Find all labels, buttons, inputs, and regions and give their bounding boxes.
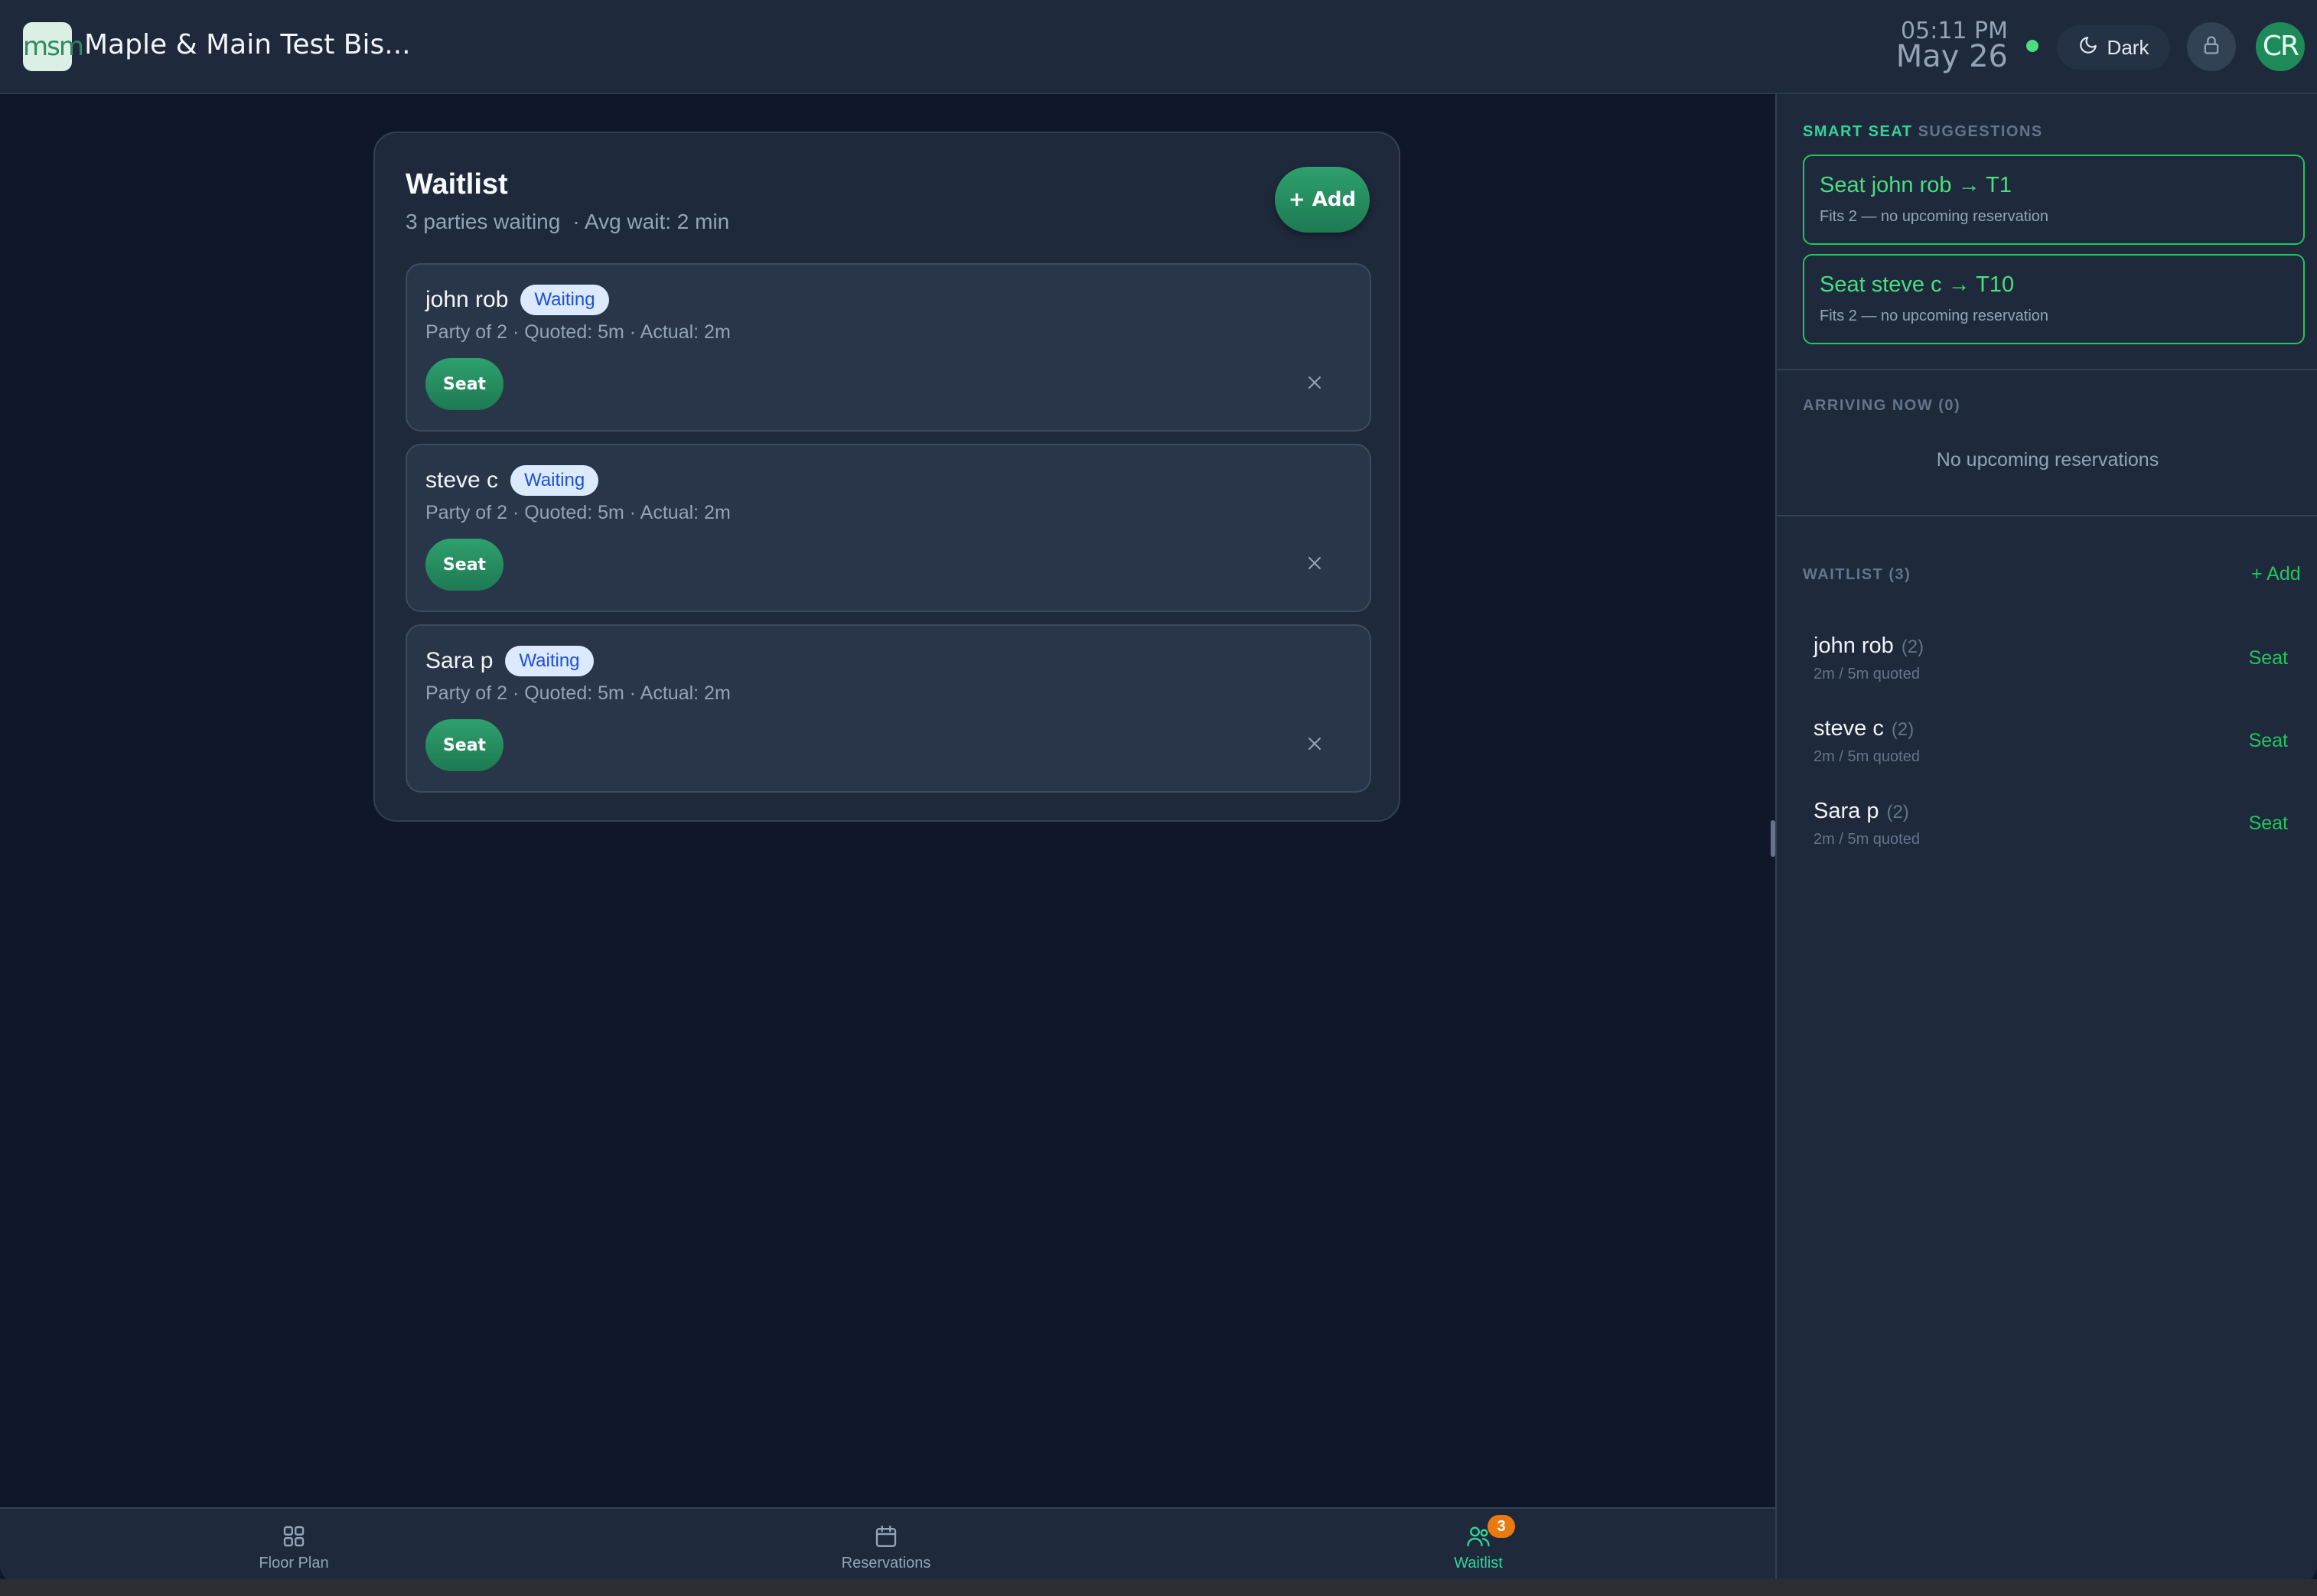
parties-waiting: 3 parties waiting — [406, 210, 561, 233]
status-badge: Waiting — [520, 285, 609, 315]
clock-date: May 26 — [1895, 39, 2008, 74]
clock: 05:11 PM May 26 — [1884, 20, 2008, 74]
waitlist-summary: 3 parties waiting · Avg wait: 2 min — [406, 210, 729, 234]
remove-entry-button[interactable] — [1298, 728, 1331, 762]
row-party-size: (2) — [1891, 719, 1915, 740]
entry-meta: Party of 2 · Quoted: 5m · Actual: 2m — [425, 682, 731, 704]
entry-header: john rob Waiting — [425, 285, 609, 315]
row-party-size: (2) — [1901, 637, 1924, 657]
business-logo[interactable]: msm — [23, 22, 84, 71]
guest-name: steve c — [425, 467, 499, 493]
guest-name: john rob — [425, 287, 509, 312]
theme-label: Dark — [2107, 35, 2149, 59]
app-window: msm Maple & Main Test Bis... 05:11 PM Ma… — [0, 0, 2317, 1584]
entry-header: Sara p Waiting — [425, 646, 594, 676]
suggestion-title: Seat steve c → T10 — [1820, 272, 2015, 297]
suggestions-heading-accent: SMART SEAT — [1803, 123, 1913, 140]
nav-reservations[interactable]: Reservations — [802, 1509, 970, 1584]
waitlist-entry: john rob Waiting Party of 2 · Quoted: 5m… — [406, 263, 1371, 432]
sidebar-waitlist-row: Sara p (2) 2m / 5m quoted Seat — [1814, 790, 2303, 866]
waitlist-count-badge: 3 — [1488, 1515, 1515, 1538]
close-icon — [1305, 554, 1324, 576]
waitlist-entry: steve c Waiting Party of 2 · Quoted: 5m … — [406, 444, 1371, 612]
row-wait-time: 2m / 5m quoted — [1814, 748, 1920, 765]
calendar-icon — [872, 1523, 900, 1550]
sidebar-waitlist-heading: WAITLIST (3) — [1803, 566, 1911, 583]
theme-toggle-button[interactable]: Dark — [2057, 25, 2170, 70]
suggestions-heading-rest: SUGGESTIONS — [1912, 123, 2043, 140]
row-guest-name: john rob — [1814, 634, 1894, 658]
top-header: msm Maple & Main Test Bis... 05:11 PM Ma… — [0, 0, 2317, 94]
row-wait-time: 2m / 5m quoted — [1814, 666, 1920, 682]
row-seat-button[interactable]: Seat — [2249, 813, 2288, 835]
guest-name: Sara p — [425, 648, 494, 673]
user-avatar[interactable]: CR — [2256, 22, 2305, 71]
entry-meta: Party of 2 · Quoted: 5m · Actual: 2m — [425, 502, 731, 523]
add-party-button[interactable]: + Add — [1275, 167, 1370, 233]
arriving-empty-text: No upcoming reservations — [1936, 449, 2159, 471]
nav-label: Waitlist — [1454, 1555, 1503, 1572]
online-status-dot — [2026, 40, 2038, 52]
suggestions-heading: SMART SEAT SUGGESTIONS — [1803, 123, 2043, 141]
entry-meta: Party of 2 · Quoted: 5m · Actual: 2m — [425, 321, 731, 343]
window-bottom-edge — [0, 1579, 2317, 1596]
nav-label: Reservations — [841, 1555, 931, 1572]
sidebar-add-button[interactable]: + Add — [2251, 563, 2301, 585]
entry-header: steve c Waiting — [425, 465, 599, 496]
row-guest-name: steve c — [1814, 716, 1884, 741]
page-title: Waitlist — [406, 168, 508, 200]
bottom-nav: Floor Plan Reservations 3 Waitlist — [0, 1507, 1775, 1584]
divider — [1777, 515, 2317, 516]
business-name[interactable]: Maple & Main Test Bis... — [84, 29, 411, 60]
row-wait-time: 2m / 5m quoted — [1814, 831, 1920, 848]
seat-button[interactable]: Seat — [425, 719, 503, 771]
waitlist-entry: Sara p Waiting Party of 2 · Quoted: 5m ·… — [406, 624, 1371, 793]
lock-icon — [2201, 34, 2222, 60]
sidebar-waitlist-row: john rob (2) 2m / 5m quoted Seat — [1814, 624, 2303, 701]
suggestion-subtitle: Fits 2 — no upcoming reservation — [1820, 308, 2049, 324]
status-badge: Waiting — [510, 465, 599, 496]
right-sidebar: SMART SEAT SUGGESTIONS Seat john rob → T… — [1775, 94, 2317, 1584]
seat-suggestion-card[interactable]: Seat john rob → T1 Fits 2 — no upcoming … — [1803, 155, 2305, 245]
row-guest: john rob (2) — [1814, 634, 1924, 659]
close-icon — [1305, 373, 1324, 396]
row-seat-button[interactable]: Seat — [2249, 647, 2288, 669]
avg-wait: · Avg wait: 2 min — [572, 210, 730, 233]
seat-suggestion-card[interactable]: Seat steve c → T10 Fits 2 — no upcoming … — [1803, 254, 2305, 344]
suggestion-subtitle: Fits 2 — no upcoming reservation — [1820, 208, 2049, 225]
row-party-size: (2) — [1886, 802, 1909, 822]
waitlist-panel: Waitlist 3 parties waiting · Avg wait: 2 … — [373, 132, 1400, 822]
row-guest: Sara p (2) — [1814, 799, 1909, 824]
remove-entry-button[interactable] — [1298, 367, 1331, 401]
nav-floor-plan[interactable]: Floor Plan — [210, 1509, 378, 1584]
row-guest-name: Sara p — [1814, 799, 1879, 823]
nav-waitlist[interactable]: 3 Waitlist — [1394, 1509, 1563, 1584]
seat-button[interactable]: Seat — [425, 539, 503, 591]
row-guest: steve c (2) — [1814, 716, 1914, 741]
sidebar-waitlist-row: steve c (2) 2m / 5m quoted Seat — [1814, 707, 2303, 783]
divider — [1777, 369, 2317, 370]
nav-label: Floor Plan — [259, 1555, 329, 1572]
grid-icon — [280, 1523, 308, 1550]
users-icon: 3 — [1465, 1515, 1515, 1550]
close-icon — [1305, 734, 1324, 757]
lock-button[interactable] — [2187, 22, 2236, 71]
seat-button[interactable]: Seat — [425, 358, 503, 410]
suggestion-title: Seat john rob → T1 — [1820, 173, 2012, 197]
arriving-heading: ARRIVING NOW (0) — [1803, 397, 1961, 414]
status-badge: Waiting — [505, 646, 594, 676]
moon-icon — [2078, 35, 2098, 60]
remove-entry-button[interactable] — [1298, 548, 1331, 581]
row-seat-button[interactable]: Seat — [2249, 730, 2288, 752]
